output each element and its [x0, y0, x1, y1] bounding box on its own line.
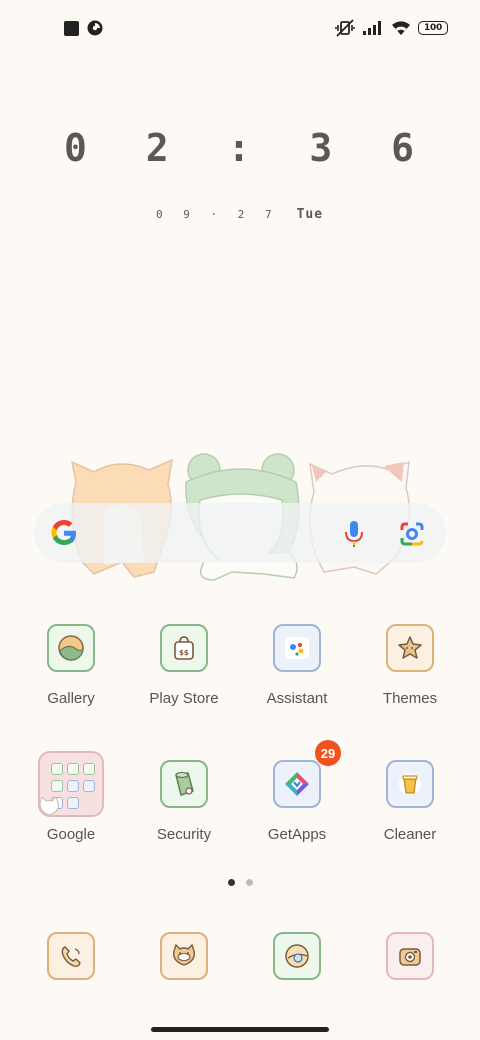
page-indicator[interactable]	[228, 879, 253, 886]
dock-messages[interactable]	[124, 932, 244, 980]
day-text: Tue	[296, 207, 324, 222]
notification-square-icon	[64, 20, 79, 36]
pie-app-icon	[87, 20, 103, 36]
gallery-icon	[47, 624, 95, 672]
app-label: Play Store	[149, 690, 219, 707]
browser-icon	[273, 932, 321, 980]
wifi-icon	[392, 21, 410, 35]
clock-time[interactable]: 0 2 : 3 6	[0, 126, 480, 170]
app-gallery[interactable]: Gallery	[11, 624, 131, 707]
app-play-store[interactable]: $$ Play Store	[124, 624, 244, 707]
phone-icon	[47, 932, 95, 980]
app-getapps[interactable]: 29 GetApps	[237, 740, 357, 843]
google-logo-icon	[51, 520, 76, 545]
status-bar: 100	[0, 14, 480, 42]
svg-text:$$: $$	[179, 649, 189, 657]
app-label: Assistant	[266, 690, 328, 707]
app-label: Security	[156, 826, 212, 843]
security-icon	[160, 760, 208, 808]
cleaner-icon	[386, 760, 434, 808]
date-text: 0 9 · 2 7	[156, 208, 279, 221]
app-label: GetApps	[267, 826, 327, 843]
app-label: Google	[46, 826, 96, 843]
folder-google[interactable]: Google	[11, 751, 131, 843]
play-store-icon: $$	[160, 624, 208, 672]
app-label: Themes	[382, 690, 438, 707]
app-cleaner[interactable]: Cleaner	[350, 760, 470, 843]
google-search-bar[interactable]	[34, 503, 446, 563]
getapps-icon: 29	[273, 740, 341, 808]
home-gesture-bar[interactable]	[151, 1027, 329, 1032]
app-label: Cleaner	[383, 826, 437, 843]
clock-date[interactable]: 0 9 · 2 7 Tue	[156, 207, 323, 222]
notification-badge: 29	[315, 740, 341, 766]
cat-sticker-icon	[39, 797, 59, 816]
dock-phone[interactable]	[11, 932, 131, 980]
page-dot-active[interactable]	[228, 879, 235, 886]
app-security[interactable]: Security	[124, 760, 244, 843]
app-themes[interactable]: Themes	[350, 624, 470, 707]
google-lens-icon[interactable]	[398, 520, 426, 548]
dock-camera[interactable]	[350, 932, 470, 980]
battery-level: 100	[424, 23, 442, 33]
assistant-icon	[273, 624, 321, 672]
messages-icon	[160, 932, 208, 980]
vibrate-off-icon	[335, 19, 355, 37]
themes-icon	[386, 624, 434, 672]
app-label: Gallery	[47, 690, 95, 707]
camera-icon	[386, 932, 434, 980]
battery-icon: 100	[418, 21, 448, 35]
microphone-icon[interactable]	[342, 520, 366, 548]
google-folder-icon	[38, 751, 104, 817]
page-dot[interactable]	[246, 879, 253, 886]
dock-browser[interactable]	[237, 932, 357, 980]
app-assistant[interactable]: Assistant	[237, 624, 357, 707]
signal-icon	[363, 21, 381, 35]
